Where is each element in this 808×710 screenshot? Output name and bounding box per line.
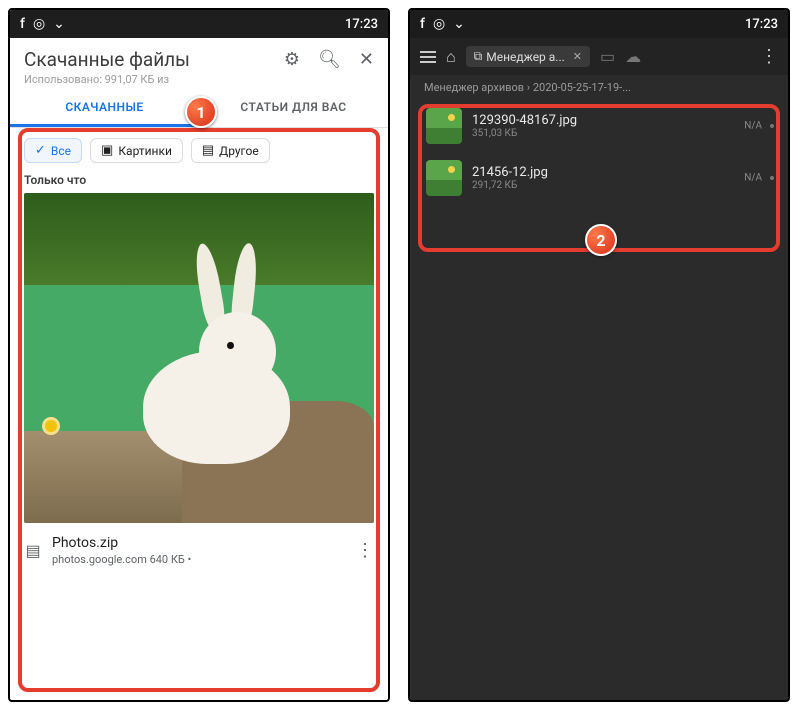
- file-date: N/A: [744, 121, 762, 132]
- file-size: 291,72 КБ: [472, 180, 548, 191]
- archive-tab[interactable]: ⧉ Менеджер а... ✕: [466, 46, 590, 67]
- image-icon: [426, 108, 462, 144]
- file-name: 129390-48167.jpg: [472, 113, 577, 128]
- status-bar: f ◎ ⌄ 17:23: [10, 10, 388, 38]
- tab-downloaded[interactable]: СКАЧАННЫЕ: [10, 90, 199, 127]
- chrome-icon: ◎: [433, 16, 445, 32]
- phone-archive-manager: f ◎ ⌄ 17:23 ⌂ ⧉ Менеджер а... ✕ ▭ ☁ ⋮ Ме…: [408, 8, 790, 702]
- facebook-icon: f: [20, 16, 25, 32]
- archive-toolbar: ⌂ ⧉ Менеджер а... ✕ ▭ ☁ ⋮: [410, 38, 788, 75]
- facebook-icon: f: [420, 16, 425, 32]
- breadcrumb[interactable]: Менеджер архивов › 2020-05-25-17-19-...: [410, 75, 788, 100]
- gear-icon[interactable]: ⚙: [284, 49, 300, 70]
- tab-close-icon[interactable]: ✕: [573, 50, 582, 63]
- file-size: 351,03 КБ: [472, 128, 577, 139]
- file-list: 129390-48167.jpg 351,03 КБ N/A 21456-12.…: [410, 100, 788, 204]
- check-icon: ⌄: [453, 16, 465, 32]
- file-icon: ▤: [202, 143, 214, 158]
- chip-images[interactable]: ▣Картинки: [90, 138, 183, 163]
- file-date: N/A: [744, 173, 762, 184]
- tab-articles[interactable]: СТАТЬИ ДЛЯ ВАС: [199, 90, 388, 127]
- new-tab-icon[interactable]: ▭: [600, 47, 615, 66]
- file-name: Photos.zip: [52, 535, 346, 551]
- menu-icon[interactable]: [420, 51, 436, 63]
- list-item[interactable]: 21456-12.jpg 291,72 КБ N/A: [414, 152, 784, 204]
- chrome-icon: ◎: [33, 16, 45, 32]
- close-icon[interactable]: ✕: [359, 49, 374, 70]
- file-icon: ▤: [24, 541, 42, 560]
- download-thumbnail[interactable]: [24, 193, 374, 523]
- check-icon: ✓: [35, 143, 46, 158]
- annotation-badge-1: 1: [185, 96, 217, 128]
- page-title: Скачанные файлы: [24, 48, 284, 71]
- storage-usage: Использовано: 991,07 КБ из: [10, 73, 388, 90]
- annotation-badge-2: 2: [585, 224, 617, 256]
- status-bar: f ◎ ⌄ 17:23: [410, 10, 788, 38]
- clock: 17:23: [745, 17, 778, 32]
- file-source: photos.google.com 640 КБ •: [52, 553, 191, 566]
- archive-icon: ⧉: [474, 49, 483, 64]
- clock: 17:23: [345, 17, 378, 32]
- image-icon: [426, 160, 462, 196]
- more-icon[interactable]: ⋮: [356, 540, 374, 561]
- file-name: 21456-12.jpg: [472, 165, 548, 180]
- phone-downloads: f ◎ ⌄ 17:23 Скачанные файлы ⚙ 🔍︎ ✕ Испол…: [8, 8, 390, 702]
- section-label: Только что: [10, 173, 388, 193]
- chip-other[interactable]: ▤Другое: [191, 138, 270, 163]
- item-menu-icon[interactable]: [770, 124, 774, 128]
- check-icon: ⌄: [53, 16, 65, 32]
- list-item[interactable]: 129390-48167.jpg 351,03 КБ N/A: [414, 100, 784, 152]
- more-icon[interactable]: ⋮: [760, 46, 778, 67]
- download-item[interactable]: ▤ Photos.zip photos.google.com 640 КБ • …: [10, 523, 388, 572]
- home-icon[interactable]: ⌂: [446, 47, 456, 67]
- chip-all[interactable]: ✓Все: [24, 138, 82, 163]
- item-menu-icon[interactable]: [770, 176, 774, 180]
- filter-chips: ✓Все ▣Картинки ▤Другое: [10, 128, 388, 173]
- cloud-icon[interactable]: ☁: [625, 47, 641, 66]
- search-icon[interactable]: 🔍︎: [318, 49, 341, 70]
- image-icon: ▣: [101, 143, 113, 158]
- downloads-header: Скачанные файлы ⚙ 🔍︎ ✕: [10, 38, 388, 73]
